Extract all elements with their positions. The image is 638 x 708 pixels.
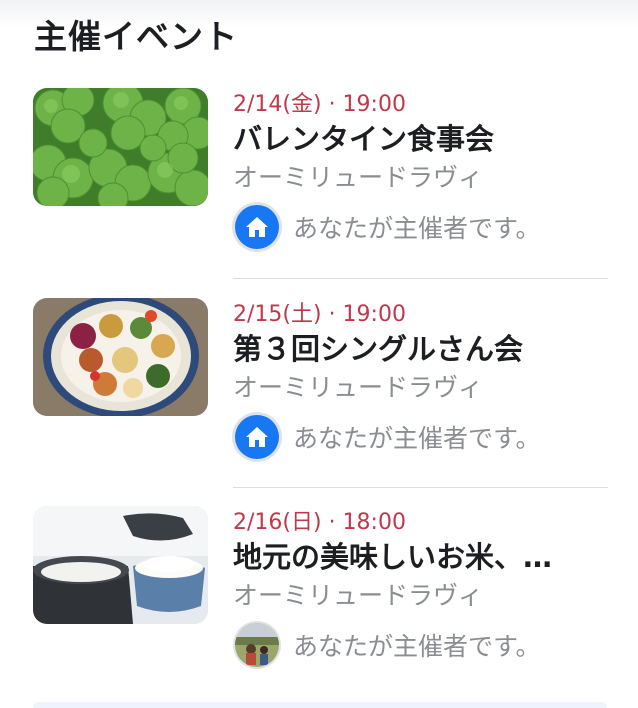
home-icon <box>235 205 279 249</box>
event-title[interactable]: バレンタイン食事会 <box>233 116 613 158</box>
event-date: 2/16(日) · 18:00 <box>233 510 406 535</box>
event-organizer: オーミリュードラヴィ <box>233 581 484 610</box>
host-avatar-photo <box>235 623 279 667</box>
event-item-singles[interactable]: 2/15(土) · 19:00 第３回シングルさん会 オーミリュードラヴィ あな… <box>0 298 638 498</box>
event-thumbnail-clover[interactable] <box>33 88 208 206</box>
host-status: あなたが主催者です。 <box>293 214 541 243</box>
home-icon <box>235 415 279 459</box>
host-status: あなたが主催者です。 <box>293 424 541 453</box>
event-organizer: オーミリュードラヴィ <box>233 163 484 192</box>
event-thumbnail-rice[interactable] <box>33 506 208 624</box>
host-status: あなたが主催者です。 <box>293 632 541 661</box>
event-title[interactable]: 地元の美味しいお米、… <box>233 534 613 576</box>
event-item-rice[interactable]: 2/16(日) · 18:00 地元の美味しいお米、… オーミリュードラヴィ あ… <box>0 506 638 706</box>
event-thumbnail-food[interactable] <box>33 298 208 416</box>
event-date: 2/14(金) · 19:00 <box>233 92 406 117</box>
divider <box>233 487 608 488</box>
section-title: 主催イベント <box>34 17 238 56</box>
event-organizer: オーミリュードラヴィ <box>233 373 484 402</box>
event-item-valentine[interactable]: 2/14(金) · 19:00 バレンタイン食事会 オーミリュードラヴィ あなた… <box>0 88 638 288</box>
event-date: 2/15(土) · 19:00 <box>233 302 406 327</box>
divider <box>233 278 608 279</box>
event-title[interactable]: 第３回シングルさん会 <box>233 326 613 368</box>
next-section-edge <box>33 702 607 708</box>
